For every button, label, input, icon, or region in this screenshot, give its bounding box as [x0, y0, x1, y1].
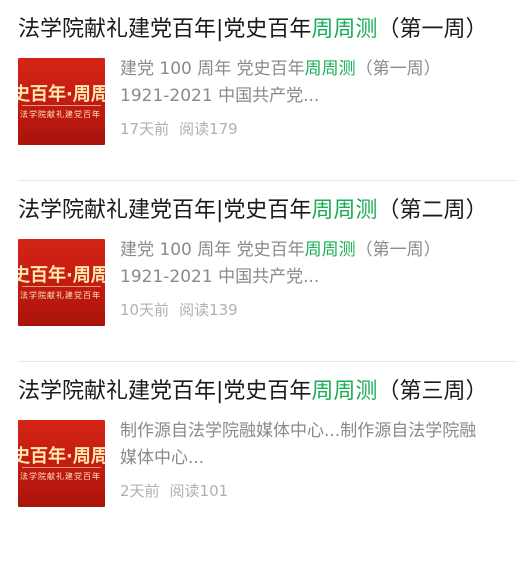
- thumbnail-subcaption: 法学院献礼建党百年: [20, 291, 101, 300]
- title-suffix: （第三周）: [377, 379, 488, 404]
- title-text: 法学院献礼建党百年|党史百年: [18, 379, 312, 404]
- thumbnail-divider: [22, 105, 101, 106]
- summary-highlight: 周周测: [304, 240, 356, 260]
- list-item[interactable]: 法学院献礼建党百年|党史百年周周测（第一周） 史百年·周周 法学院献礼建党百年 …: [0, 0, 517, 181]
- summary-text: 建党 100 周年 党史百年: [120, 240, 305, 260]
- summary-text: 制作源自法学院融媒体中心...制作源自法学院融媒体中心...: [120, 421, 477, 468]
- article-title[interactable]: 法学院献礼建党百年|党史百年周周测（第三周）: [18, 376, 488, 408]
- thumbnail-subcaption: 法学院献礼建党百年: [20, 110, 101, 119]
- article-summary: 建党 100 周年 党史百年周周测（第一周）1921-2021 中国共产党...: [120, 237, 490, 291]
- list-item[interactable]: 法学院献礼建党百年|党史百年周周测（第三周） 史百年·周周 法学院献礼建党百年 …: [0, 362, 517, 543]
- post-time: 17天前: [120, 120, 170, 138]
- article-title[interactable]: 法学院献礼建党百年|党史百年周周测（第一周）: [18, 14, 488, 46]
- thumbnail-caption: 史百年·周周: [18, 265, 105, 286]
- list-item[interactable]: 法学院献礼建党百年|党史百年周周测（第二周） 史百年·周周 法学院献礼建党百年 …: [0, 181, 517, 362]
- post-time: 10天前: [120, 301, 170, 319]
- title-text: 法学院献礼建党百年|党史百年: [18, 198, 312, 223]
- article-list: 法学院献礼建党百年|党史百年周周测（第一周） 史百年·周周 法学院献礼建党百年 …: [0, 0, 517, 543]
- article-thumbnail[interactable]: 史百年·周周 法学院献礼建党百年: [18, 420, 105, 507]
- thumbnail-subcaption: 法学院献礼建党百年: [20, 472, 101, 481]
- summary-highlight: 周周测: [304, 59, 356, 79]
- thumbnail-divider: [22, 467, 101, 468]
- post-time: 2天前: [120, 482, 160, 500]
- title-highlight: 周周测: [311, 379, 378, 404]
- article-meta: 17天前 阅读179: [120, 118, 499, 139]
- title-text: 法学院献礼建党百年|党史百年: [18, 17, 312, 42]
- summary-text: 建党 100 周年 党史百年: [120, 59, 305, 79]
- article-thumbnail[interactable]: 史百年·周周 法学院献礼建党百年: [18, 239, 105, 326]
- thumbnail-caption: 史百年·周周: [18, 446, 105, 467]
- title-highlight: 周周测: [311, 198, 378, 223]
- read-count: 阅读101: [169, 482, 229, 500]
- article-summary: 建党 100 周年 党史百年周周测（第一周）1921-2021 中国共产党...: [120, 56, 490, 110]
- title-suffix: （第二周）: [377, 198, 488, 223]
- title-suffix: （第一周）: [377, 17, 488, 42]
- title-highlight: 周周测: [311, 17, 378, 42]
- article-meta: 2天前 阅读101: [120, 480, 499, 501]
- read-count: 阅读179: [179, 120, 238, 138]
- article-summary: 制作源自法学院融媒体中心...制作源自法学院融媒体中心...: [120, 418, 490, 472]
- article-thumbnail[interactable]: 史百年·周周 法学院献礼建党百年: [18, 58, 105, 145]
- article-meta: 10天前 阅读139: [120, 299, 499, 320]
- thumbnail-divider: [22, 286, 101, 287]
- read-count: 阅读139: [179, 301, 238, 319]
- thumbnail-caption: 史百年·周周: [18, 84, 105, 105]
- article-title[interactable]: 法学院献礼建党百年|党史百年周周测（第二周）: [18, 195, 488, 227]
